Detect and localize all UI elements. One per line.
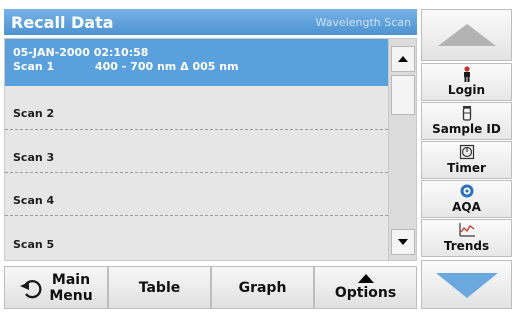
timer-icon [457,144,477,160]
options-button[interactable]: Options [314,266,417,309]
person-icon [457,66,477,82]
list-item-label: Scan 5 [13,237,55,251]
scan-details: Scan 1 400 - 700 nm Δ 005 nm [13,60,388,74]
graph-button[interactable]: Graph [211,266,314,309]
sample-id-label: Sample ID [432,122,501,136]
page-up-button[interactable] [421,9,512,61]
list-item-label: Scan 4 [13,193,55,207]
graph-label: Graph [238,279,287,296]
main-menu-label: Main Menu [49,272,92,304]
login-button[interactable]: Login [421,63,512,101]
main-menu-line1: Main [51,271,91,288]
scan-name: Scan 1 [13,60,55,73]
mode-label: Wavelength Scan [315,15,412,29]
aqa-button[interactable]: AQA [421,180,512,218]
back-arrow-icon [20,279,42,298]
scan-list: 05-JAN-2000 02:10:58 Scan 1 400 - 700 nm… [4,38,389,261]
page-title: Recall Data [11,12,114,32]
title-bar: Recall Data Wavelength Scan [4,9,417,35]
scroll-up-button[interactable] [391,46,415,72]
list-scrollbar[interactable] [389,38,417,261]
sample-id-button[interactable]: Sample ID [421,102,512,140]
list-item[interactable]: Scan 4 [5,173,388,216]
options-label: Options [334,285,397,301]
trends-icon [457,222,477,238]
arrow-up-icon [398,56,408,62]
list-item-label: Scan 3 [13,150,55,164]
scroll-thumb[interactable] [391,75,415,115]
timer-label: Timer [447,161,486,175]
list-item[interactable]: Scan 2 [5,86,388,130]
recall-data-screen: Recall Data Wavelength Scan 05-JAN-2000 … [0,0,515,316]
arrow-down-icon [398,239,408,245]
main-menu-line2: Menu [49,287,93,304]
options-up-icon [357,274,374,283]
large-down-arrow-icon [435,272,498,298]
scan-datetime: 05-JAN-2000 02:10:58 [13,46,149,59]
aqa-label: AQA [452,200,481,214]
list-item[interactable]: Scan 5 [5,216,388,260]
trends-label: Trends [443,239,490,253]
list-item-selected[interactable]: 05-JAN-2000 02:10:58 Scan 1 400 - 700 nm… [5,39,388,86]
trends-button[interactable]: Trends [421,219,512,257]
large-up-arrow-icon [437,24,496,46]
table-button[interactable]: Table [108,266,211,309]
side-panel: Login Sample ID Timer AQA Trends [421,9,512,309]
scroll-down-button[interactable] [391,229,415,255]
timer-button[interactable]: Timer [421,141,512,179]
scan-range: 400 - 700 nm Δ 005 nm [95,60,239,73]
page-down-button[interactable] [421,260,512,309]
aqa-icon [457,183,477,199]
list-item[interactable]: Scan 3 [5,130,388,173]
main-menu-button[interactable]: Main Menu [4,266,108,309]
sample-vial-icon [457,105,477,121]
table-label: Table [138,279,181,296]
list-item-label: Scan 2 [13,107,55,120]
login-label: Login [447,83,486,97]
